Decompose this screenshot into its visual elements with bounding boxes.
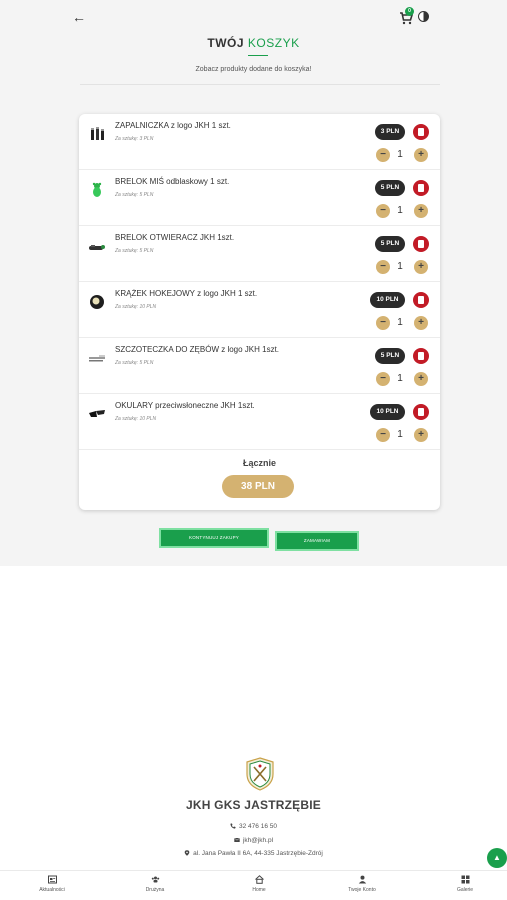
contact-phone[interactable]: 32 476 16 50	[0, 823, 507, 830]
top-bar: ← 0	[0, 0, 507, 34]
item-price-badge: 10 PLN	[370, 292, 405, 308]
nav-label: Home	[252, 887, 266, 893]
contact-email[interactable]: jkh@jkh.pl	[0, 837, 507, 844]
nav-label: Galerie	[456, 887, 474, 893]
sunglasses-icon	[89, 410, 105, 417]
title-underline	[248, 55, 268, 56]
back-arrow-icon[interactable]: ←	[70, 8, 88, 26]
item-name: KRĄŻEK HOKEJOWY z logo JKH 1 szt.	[115, 289, 258, 298]
news-icon	[47, 875, 57, 884]
nav-label: Aktualności	[39, 887, 65, 893]
decrease-quantity-button[interactable]: −	[376, 260, 390, 274]
nav-item-aktualnosci[interactable]: Aktualności	[22, 875, 82, 893]
cart-item: KRĄŻEK HOKEJOWY z logo JKH 1 szt. Za szt…	[79, 282, 440, 338]
item-unit-price: Za sztukę: 5 PLN	[115, 192, 154, 198]
increase-quantity-button[interactable]: +	[414, 316, 428, 330]
item-unit-price: Za sztukę: 3 PLN	[115, 136, 154, 142]
location-pin-icon	[184, 850, 190, 856]
cart-item: BRELOK MIŚ odblaskowy 1 szt. Za sztukę: …	[79, 170, 440, 226]
scroll-to-top-icon[interactable]: ▲	[487, 848, 507, 868]
item-price-badge: 10 PLN	[370, 404, 405, 420]
delete-trash-icon[interactable]	[413, 236, 429, 252]
item-price-badge: 5 PLN	[375, 180, 405, 196]
decrease-quantity-button[interactable]: −	[376, 148, 390, 162]
bear-keychain-icon	[92, 182, 102, 197]
item-price-badge: 5 PLN	[375, 348, 405, 364]
item-name: ZAPALNICZKA z logo JKH 1 szt.	[115, 121, 231, 130]
lighter-icon	[91, 127, 104, 140]
gallery-icon	[461, 875, 469, 884]
item-unit-price: Za sztukę: 5 PLN	[115, 360, 154, 366]
increase-quantity-button[interactable]: +	[414, 428, 428, 442]
nav-item-twoje-konto[interactable]: Twoje Konto	[332, 875, 392, 893]
item-name: BRELOK MIŚ odblaskowy 1 szt.	[115, 177, 230, 186]
item-price-badge: 5 PLN	[375, 236, 405, 252]
street-address: al. Jana Pawła II 6A, 44-335 Jastrzębie-…	[193, 850, 323, 857]
hockey-puck-icon	[90, 295, 104, 309]
decrease-quantity-button[interactable]: −	[376, 204, 390, 218]
cart-item: BRELOK OTWIERACZ JKH 1szt. Za sztukę: 5 …	[79, 226, 440, 282]
item-quantity: 1	[397, 317, 403, 328]
cart-item: OKULARY przeciwsłoneczne JKH 1szt. Za sz…	[79, 394, 440, 450]
item-unit-price: Za sztukę: 10 PLN	[115, 416, 157, 422]
club-crest-logo	[246, 757, 274, 791]
item-quantity: 1	[397, 429, 403, 440]
item-name: BRELOK OTWIERACZ JKH 1szt.	[115, 233, 235, 242]
item-name: OKULARY przeciwsłoneczne JKH 1szt.	[115, 401, 255, 410]
nav-label: Twoje Konto	[348, 887, 376, 893]
opener-keychain-icon	[89, 245, 105, 250]
increase-quantity-button[interactable]: +	[414, 260, 428, 274]
nav-item-home[interactable]: Home	[229, 875, 289, 893]
cart-item: SZCZOTECZKA DO ZĘBÓW z logo JKH 1szt. Za…	[79, 338, 440, 394]
decrease-quantity-button[interactable]: −	[376, 428, 390, 442]
item-price-badge: 3 PLN	[375, 124, 405, 140]
page-title-part2: KOSZYK	[247, 36, 300, 50]
delete-trash-icon[interactable]	[413, 292, 429, 308]
page-title-part1: TWÓJ	[207, 36, 245, 50]
home-icon	[254, 875, 264, 884]
item-quantity: 1	[397, 261, 403, 272]
page-title: TWÓJ KOSZYK	[0, 36, 507, 50]
item-unit-price: Za sztukę: 5 PLN	[115, 248, 154, 254]
toothbrush-icon	[89, 355, 105, 362]
phone-number: 32 476 16 50	[239, 823, 277, 830]
mail-icon	[234, 837, 240, 842]
account-icon	[358, 875, 366, 884]
increase-quantity-button[interactable]: +	[414, 148, 428, 162]
item-quantity: 1	[397, 149, 403, 160]
theme-toggle-icon[interactable]	[418, 11, 429, 22]
team-icon	[151, 876, 159, 883]
cart-items-card: ZAPALNICZKA z logo JKH 1 szt. Za sztukę:…	[79, 114, 440, 510]
increase-quantity-button[interactable]: +	[414, 204, 428, 218]
increase-quantity-button[interactable]: +	[414, 372, 428, 386]
delete-trash-icon[interactable]	[413, 404, 429, 420]
cart-count-badge: 0	[405, 7, 414, 16]
order-button[interactable]: ZAMAWIAM	[275, 531, 359, 551]
nav-item-galerie[interactable]: Galerie	[435, 875, 495, 893]
nav-item-druzyna[interactable]: Drużyna	[125, 875, 185, 893]
continue-shopping-button[interactable]: KONTYNUUJ ZAKUPY	[159, 528, 269, 548]
total-label: Łącznie	[242, 458, 276, 468]
delete-trash-icon[interactable]	[413, 124, 429, 140]
decrease-quantity-button[interactable]: −	[376, 316, 390, 330]
phone-icon	[230, 823, 236, 829]
item-unit-price: Za sztukę: 10 PLN	[115, 304, 157, 310]
delete-trash-icon[interactable]	[413, 348, 429, 364]
item-name: SZCZOTECZKA DO ZĘBÓW z logo JKH 1szt.	[115, 345, 280, 354]
club-name: JKH GKS JASTRZĘBIE	[186, 798, 321, 812]
decrease-quantity-button[interactable]: −	[376, 372, 390, 386]
bottom-navigation: Aktualności Drużyna Home Twoje Konto Gal…	[0, 870, 507, 900]
nav-label: Drużyna	[145, 887, 165, 893]
contact-address[interactable]: al. Jana Pawła II 6A, 44-335 Jastrzębie-…	[0, 850, 507, 857]
delete-trash-icon[interactable]	[413, 180, 429, 196]
item-quantity: 1	[397, 205, 403, 216]
page-subtitle: Zobacz produkty dodane do koszyka!	[195, 66, 312, 73]
divider	[80, 84, 440, 85]
cart-item: ZAPALNICZKA z logo JKH 1 szt. Za sztukę:…	[79, 114, 440, 170]
item-quantity: 1	[397, 373, 403, 384]
email-address: jkh@jkh.pl	[242, 837, 274, 844]
total-amount: 38 PLN	[222, 475, 294, 498]
